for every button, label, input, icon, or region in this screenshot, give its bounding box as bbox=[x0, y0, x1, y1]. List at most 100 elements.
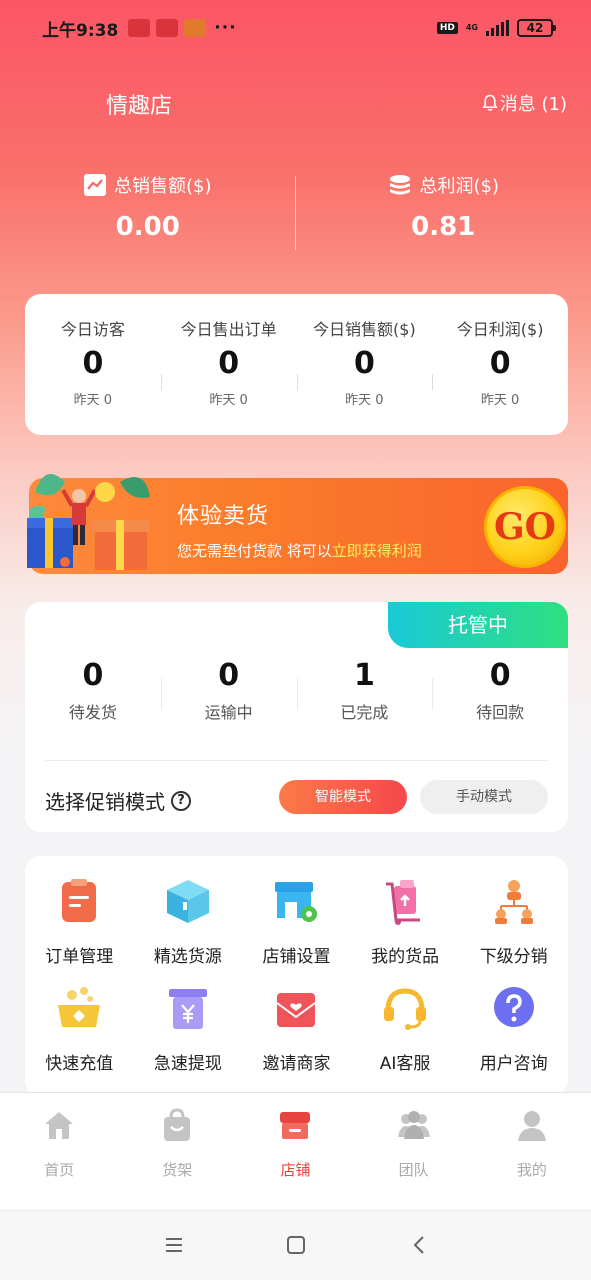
messages-button[interactable]: 消息 (1) bbox=[482, 90, 567, 116]
order-stat-pending-payment[interactable]: 0 待回款 bbox=[432, 658, 568, 723]
hosting-status-badge[interactable]: 托管中 bbox=[388, 602, 568, 648]
today-stats-card: 今日访客 0 昨天 0 今日售出订单 0 昨天 0 今日销售额($) 0 昨天 … bbox=[25, 294, 568, 435]
today-stat-yesterday: 昨天 0 bbox=[345, 393, 384, 408]
menu-item-label: 急速提现 bbox=[153, 1054, 222, 1074]
tab-label: 店铺 bbox=[280, 1161, 311, 1179]
order-stat-label: 运输中 bbox=[204, 703, 253, 722]
total-sales: 总销售额($) 0.00 bbox=[0, 172, 296, 252]
tab-home[interactable]: 首页 bbox=[0, 1093, 118, 1210]
shop-settings-icon bbox=[275, 882, 318, 922]
team-icon bbox=[397, 1111, 430, 1139]
today-stat: 今日访客 0 昨天 0 bbox=[25, 316, 161, 435]
today-stat-value: 0 bbox=[218, 346, 240, 381]
store-icon bbox=[280, 1112, 311, 1139]
menu-item-store-settings[interactable]: 店铺设置 bbox=[242, 876, 351, 967]
today-stat-value: 0 bbox=[353, 346, 375, 381]
today-stat-value: 0 bbox=[82, 346, 104, 381]
order-stat-completed[interactable]: 1 已完成 bbox=[296, 658, 433, 723]
help-icon[interactable]: ? bbox=[171, 790, 191, 811]
total-profit-label-row: 总利润($) bbox=[296, 172, 591, 198]
manual-mode-button[interactable]: 手动模式 bbox=[420, 780, 548, 814]
order-icon bbox=[62, 879, 97, 922]
menu-icon[interactable] bbox=[162, 1233, 186, 1257]
status-right: HD 4G 42 bbox=[436, 19, 556, 37]
tab-shelf[interactable]: 货架 bbox=[118, 1093, 236, 1210]
bottom-tab-bar: 首页 货架 店铺 团队 我的 bbox=[0, 1092, 591, 1210]
recharge-icon bbox=[58, 987, 101, 1027]
today-stat-label: 今日售出订单 bbox=[180, 320, 277, 339]
shop-name: 情趣店 bbox=[106, 94, 173, 119]
total-sales-label: 总销售额($) bbox=[114, 176, 212, 197]
menu-item-selected-sources[interactable]: 精选货源 bbox=[134, 876, 243, 967]
bell-icon bbox=[482, 94, 498, 111]
system-navigation-bar bbox=[0, 1210, 591, 1280]
app-notification-icon bbox=[156, 19, 179, 37]
menu-item-label: 下级分销 bbox=[479, 947, 548, 967]
signal-icon bbox=[486, 20, 509, 36]
box-icon bbox=[166, 880, 209, 923]
goods-icon bbox=[386, 880, 421, 925]
notification-icons bbox=[128, 19, 207, 37]
order-stat-value: 0 bbox=[82, 658, 104, 693]
menu-item-user-consult[interactable]: 用户咨询 bbox=[459, 983, 568, 1074]
order-stats-row: 0 待发货 0 运输中 1 已完成 0 待回款 bbox=[25, 658, 568, 723]
total-profit-value: 0.81 bbox=[411, 212, 476, 242]
menu-item-ai-service[interactable]: AI客服 bbox=[351, 983, 460, 1074]
today-stat: 今日售出订单 0 昨天 0 bbox=[160, 316, 297, 435]
menu-item-my-goods[interactable]: 我的货品 bbox=[351, 876, 460, 967]
tab-label: 首页 bbox=[44, 1161, 75, 1179]
sell-experience-banner[interactable]: 体验卖货 您无需垫付货款 将可以立即获得利润 GO bbox=[25, 462, 568, 576]
today-stat-label: 今日利润($) bbox=[456, 320, 544, 339]
menu-item-invite-merchants[interactable]: 邀请商家 bbox=[242, 983, 351, 1074]
tab-store[interactable]: 店铺 bbox=[236, 1093, 354, 1210]
gift-illustration-icon bbox=[27, 474, 150, 570]
today-stat-yesterday: 昨天 0 bbox=[73, 393, 113, 408]
battery-icon: 42 bbox=[517, 19, 556, 37]
order-status-card: 托管中 0 待发货 0 运输中 1 已完成 0 待回款 选择促销模式 ? 智能模… bbox=[25, 602, 568, 832]
menu-item-label: 用户咨询 bbox=[479, 1054, 548, 1074]
totals-divider bbox=[295, 176, 296, 250]
order-stat-label: 待回款 bbox=[476, 703, 525, 722]
status-bar: 上午9:38 ··· HD 4G 42 bbox=[0, 0, 591, 56]
home-icon bbox=[45, 1112, 74, 1139]
home-square-icon[interactable] bbox=[284, 1233, 308, 1257]
menu-item-sub-distribution[interactable]: 下级分销 bbox=[459, 876, 568, 967]
app-header: 情趣店 消息 (1) bbox=[0, 78, 591, 126]
chart-icon bbox=[84, 174, 106, 196]
app-notification-icon bbox=[128, 19, 151, 37]
today-stat-label: 今日访客 bbox=[60, 320, 125, 339]
total-profit-label: 总利润($) bbox=[419, 176, 500, 197]
banner-subtitle-highlight: 立即获得利润 bbox=[331, 542, 422, 560]
withdraw-icon bbox=[168, 989, 207, 1029]
divider bbox=[45, 760, 548, 761]
banner-subtitle: 您无需垫付货款 将可以立即获得利润 bbox=[177, 540, 422, 561]
order-stat-pending-shipment[interactable]: 0 待发货 bbox=[25, 658, 161, 723]
headset-icon bbox=[384, 988, 427, 1030]
today-stat-value: 0 bbox=[489, 346, 511, 381]
go-button[interactable]: GO bbox=[484, 486, 566, 568]
menu-item-label: 邀请商家 bbox=[262, 1054, 331, 1074]
back-icon[interactable] bbox=[408, 1233, 432, 1257]
smart-mode-button[interactable]: 智能模式 bbox=[279, 780, 407, 814]
menu-item-label: 快速充值 bbox=[45, 1054, 114, 1074]
order-stat-label: 待发货 bbox=[68, 703, 117, 722]
order-stat-in-transit[interactable]: 0 运输中 bbox=[160, 658, 297, 723]
status-time: 上午9:38 bbox=[42, 20, 119, 41]
today-stat-label: 今日销售额($) bbox=[313, 320, 416, 339]
order-stat-value: 1 bbox=[353, 658, 375, 693]
menu-item-quick-recharge[interactable]: 快速充值 bbox=[25, 983, 134, 1074]
totals-section: 总销售额($) 0.00 总利润($) 0.81 bbox=[0, 172, 591, 252]
menu-item-order-management[interactable]: 订单管理 bbox=[25, 876, 134, 967]
promo-mode-label: 选择促销模式 ? bbox=[45, 786, 191, 815]
banner-title: 体验卖货 bbox=[177, 504, 270, 529]
bag-icon bbox=[164, 1108, 191, 1141]
tab-team[interactable]: 团队 bbox=[355, 1093, 473, 1210]
network-label: 4G bbox=[465, 23, 478, 32]
tab-label: 团队 bbox=[398, 1161, 429, 1179]
menu-item-label: AI客服 bbox=[379, 1054, 431, 1074]
today-stat: 今日利润($) 0 昨天 0 bbox=[432, 316, 568, 435]
tab-profile[interactable]: 我的 bbox=[473, 1093, 591, 1210]
menu-item-fast-withdraw[interactable]: 急速提现 bbox=[134, 983, 243, 1074]
menu-item-label: 我的货品 bbox=[371, 947, 440, 967]
menu-item-label: 订单管理 bbox=[45, 947, 114, 967]
